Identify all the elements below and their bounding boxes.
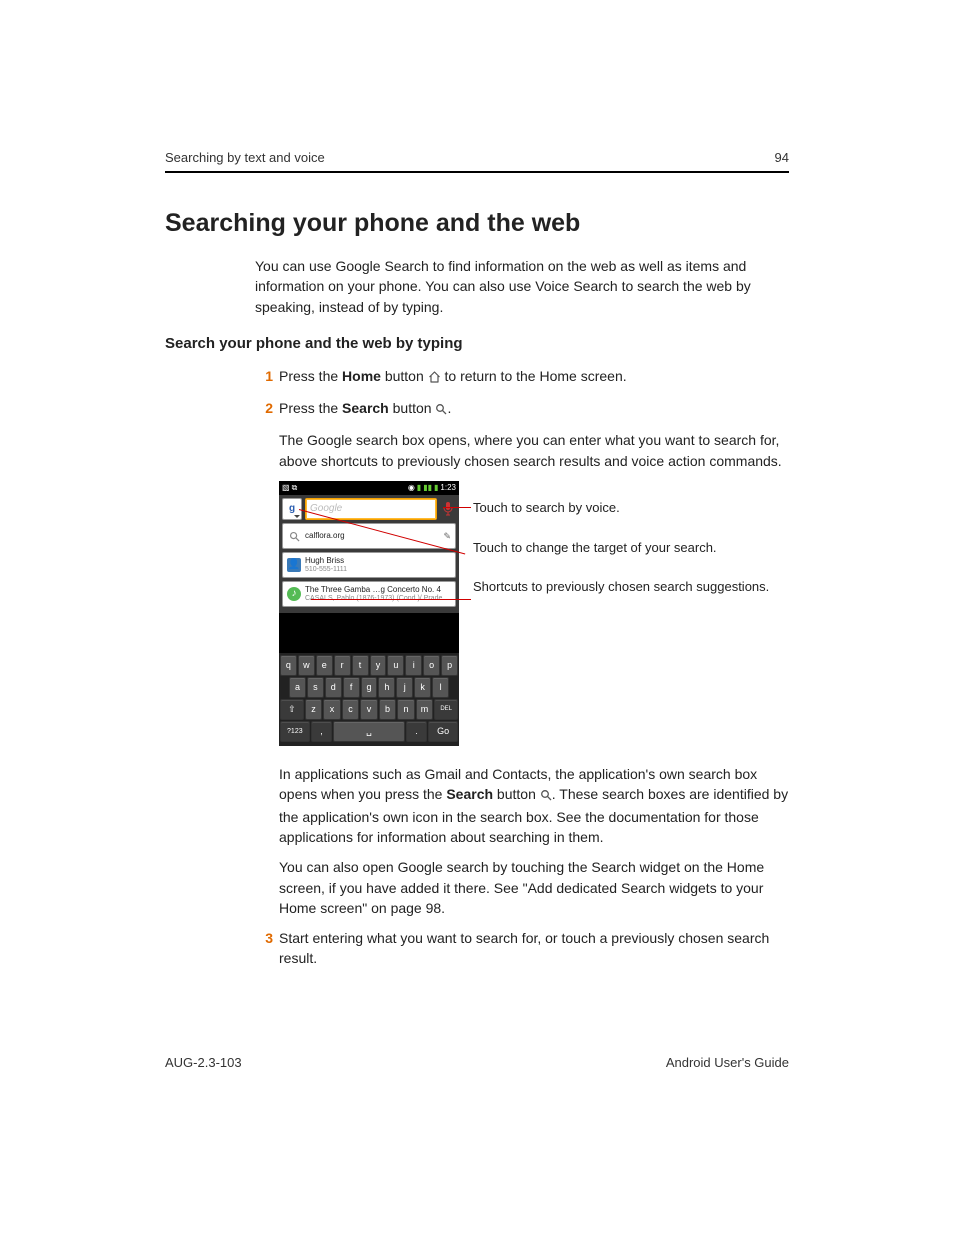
leader-line <box>443 507 471 508</box>
status-battery-icon: ▮ <box>434 482 438 494</box>
key[interactable]: v <box>360 699 378 720</box>
leader-line <box>311 599 471 600</box>
edit-icon[interactable]: ✎ <box>443 530 451 543</box>
key[interactable]: w <box>298 655 315 676</box>
running-header: Searching by text and voice 94 <box>165 150 789 173</box>
step2-p2: The Google search box opens, where you c… <box>279 430 789 471</box>
key[interactable]: o <box>423 655 440 676</box>
footer-right: Android User's Guide <box>666 1055 789 1070</box>
home-icon <box>428 368 441 388</box>
suggestion-subtitle: 510-555-1111 <box>305 566 451 574</box>
search-icon <box>435 400 447 420</box>
step-number: 2 <box>255 398 273 418</box>
key[interactable]: n <box>397 699 415 720</box>
key[interactable]: e <box>316 655 333 676</box>
key[interactable]: s <box>307 677 324 698</box>
suggestion-title: calflora.org <box>305 532 439 541</box>
page-title: Searching your phone and the web <box>165 209 789 238</box>
document-page: Searching by text and voice 94 Searching… <box>0 0 954 1235</box>
intro-block: You can use Google Search to find inform… <box>255 256 789 317</box>
step1-bold: Home <box>342 368 381 384</box>
callout-shortcuts: Shortcuts to previously chosen search su… <box>473 578 769 596</box>
step1-post: button <box>381 368 428 384</box>
key[interactable]: y <box>370 655 387 676</box>
search-icon <box>287 529 301 543</box>
step2-p3b: button <box>493 786 540 802</box>
status-signal-icon: ▮▮ <box>423 482 432 494</box>
section-title: Search your phone and the web by typing <box>165 335 789 352</box>
status-3g-icon: ▮ <box>417 482 421 494</box>
header-section: Searching by text and voice <box>165 150 325 165</box>
status-notif-icon: ▧ <box>282 482 290 494</box>
status-notif-icon: ⧉ <box>292 482 298 494</box>
step2-bold: Search <box>342 400 389 416</box>
key[interactable]: p <box>441 655 458 676</box>
callout-target: Touch to change the target of your searc… <box>473 539 769 557</box>
callout-column: Touch to search by voice. Touch to chang… <box>473 481 769 618</box>
phone-screenshot: ▧ ⧉ ◉ ▮ ▮▮ ▮ 1:23 <box>279 481 459 746</box>
key-space[interactable]: ␣ <box>333 721 404 742</box>
key[interactable]: q <box>280 655 297 676</box>
key[interactable]: x <box>323 699 341 720</box>
step-number: 3 <box>255 928 273 948</box>
suggestion-title: The Three Gamba …g Concerto No. 4 <box>305 586 451 595</box>
music-icon: ♪ <box>287 587 301 601</box>
step2-p4: You can also open Google search by touch… <box>279 857 789 918</box>
search-suggestion[interactable]: ♪ The Three Gamba …g Concerto No. 4 CASA… <box>282 581 456 607</box>
step-3: 3 Start entering what you want to search… <box>255 928 789 969</box>
key-delete[interactable]: DEL <box>434 699 458 720</box>
steps-list: 1 Press the Home button to return to the… <box>255 366 789 969</box>
key[interactable]: i <box>405 655 422 676</box>
search-suggestion[interactable]: 👤 Hugh Briss 510-555-1111 <box>282 552 456 578</box>
step2-p3bold: Search <box>446 786 493 802</box>
key-go[interactable]: Go <box>428 721 458 742</box>
status-time: 1:23 <box>440 482 456 494</box>
page-footer: AUG-2.3-103 Android User's Guide <box>165 1055 789 1070</box>
callout-voice: Touch to search by voice. <box>473 499 769 517</box>
keyboard: q w e r t y u i o p <box>279 653 459 746</box>
step2-tail: . <box>447 400 451 416</box>
key[interactable]: d <box>325 677 342 698</box>
key[interactable]: z <box>305 699 323 720</box>
step-1: 1 Press the Home button to return to the… <box>255 366 789 388</box>
contact-icon: 👤 <box>287 558 301 572</box>
key[interactable]: j <box>396 677 413 698</box>
key-period[interactable]: . <box>406 721 428 742</box>
step1-tail: to return to the Home screen. <box>441 368 627 384</box>
key[interactable]: t <box>352 655 369 676</box>
key[interactable]: r <box>334 655 351 676</box>
key[interactable]: c <box>342 699 360 720</box>
microphone-icon <box>443 501 453 517</box>
phone-background <box>279 613 459 653</box>
step2-pre: Press the <box>279 400 342 416</box>
step1-pre: Press the <box>279 368 342 384</box>
key[interactable]: f <box>343 677 360 698</box>
key[interactable]: h <box>378 677 395 698</box>
key-shift[interactable]: ⇧ <box>280 699 304 720</box>
header-page-number: 94 <box>775 150 789 165</box>
footer-left: AUG-2.3-103 <box>165 1055 242 1070</box>
key[interactable]: u <box>387 655 404 676</box>
key[interactable]: l <box>432 677 449 698</box>
search-area: g Google cal <box>279 495 459 613</box>
step2-post: button <box>389 400 436 416</box>
key[interactable]: g <box>361 677 378 698</box>
suggestion-title: Hugh Briss <box>305 557 451 566</box>
status-sync-icon: ◉ <box>408 482 415 494</box>
key-comma[interactable]: , <box>311 721 333 742</box>
step3-text: Start entering what you want to search f… <box>279 928 789 969</box>
key[interactable]: a <box>289 677 306 698</box>
intro-text: You can use Google Search to find inform… <box>255 256 789 317</box>
screenshot-figure: ▧ ⧉ ◉ ▮ ▮▮ ▮ 1:23 <box>279 481 789 746</box>
step-number: 1 <box>255 366 273 386</box>
step-2: 2 Press the Search button . The Google s… <box>255 398 789 918</box>
key[interactable]: m <box>416 699 434 720</box>
search-icon <box>540 786 552 806</box>
voice-search-button[interactable] <box>440 498 456 520</box>
key[interactable]: k <box>414 677 431 698</box>
status-bar: ▧ ⧉ ◉ ▮ ▮▮ ▮ 1:23 <box>279 481 459 495</box>
key-symbols[interactable]: ?123 <box>280 721 310 742</box>
key[interactable]: b <box>379 699 397 720</box>
